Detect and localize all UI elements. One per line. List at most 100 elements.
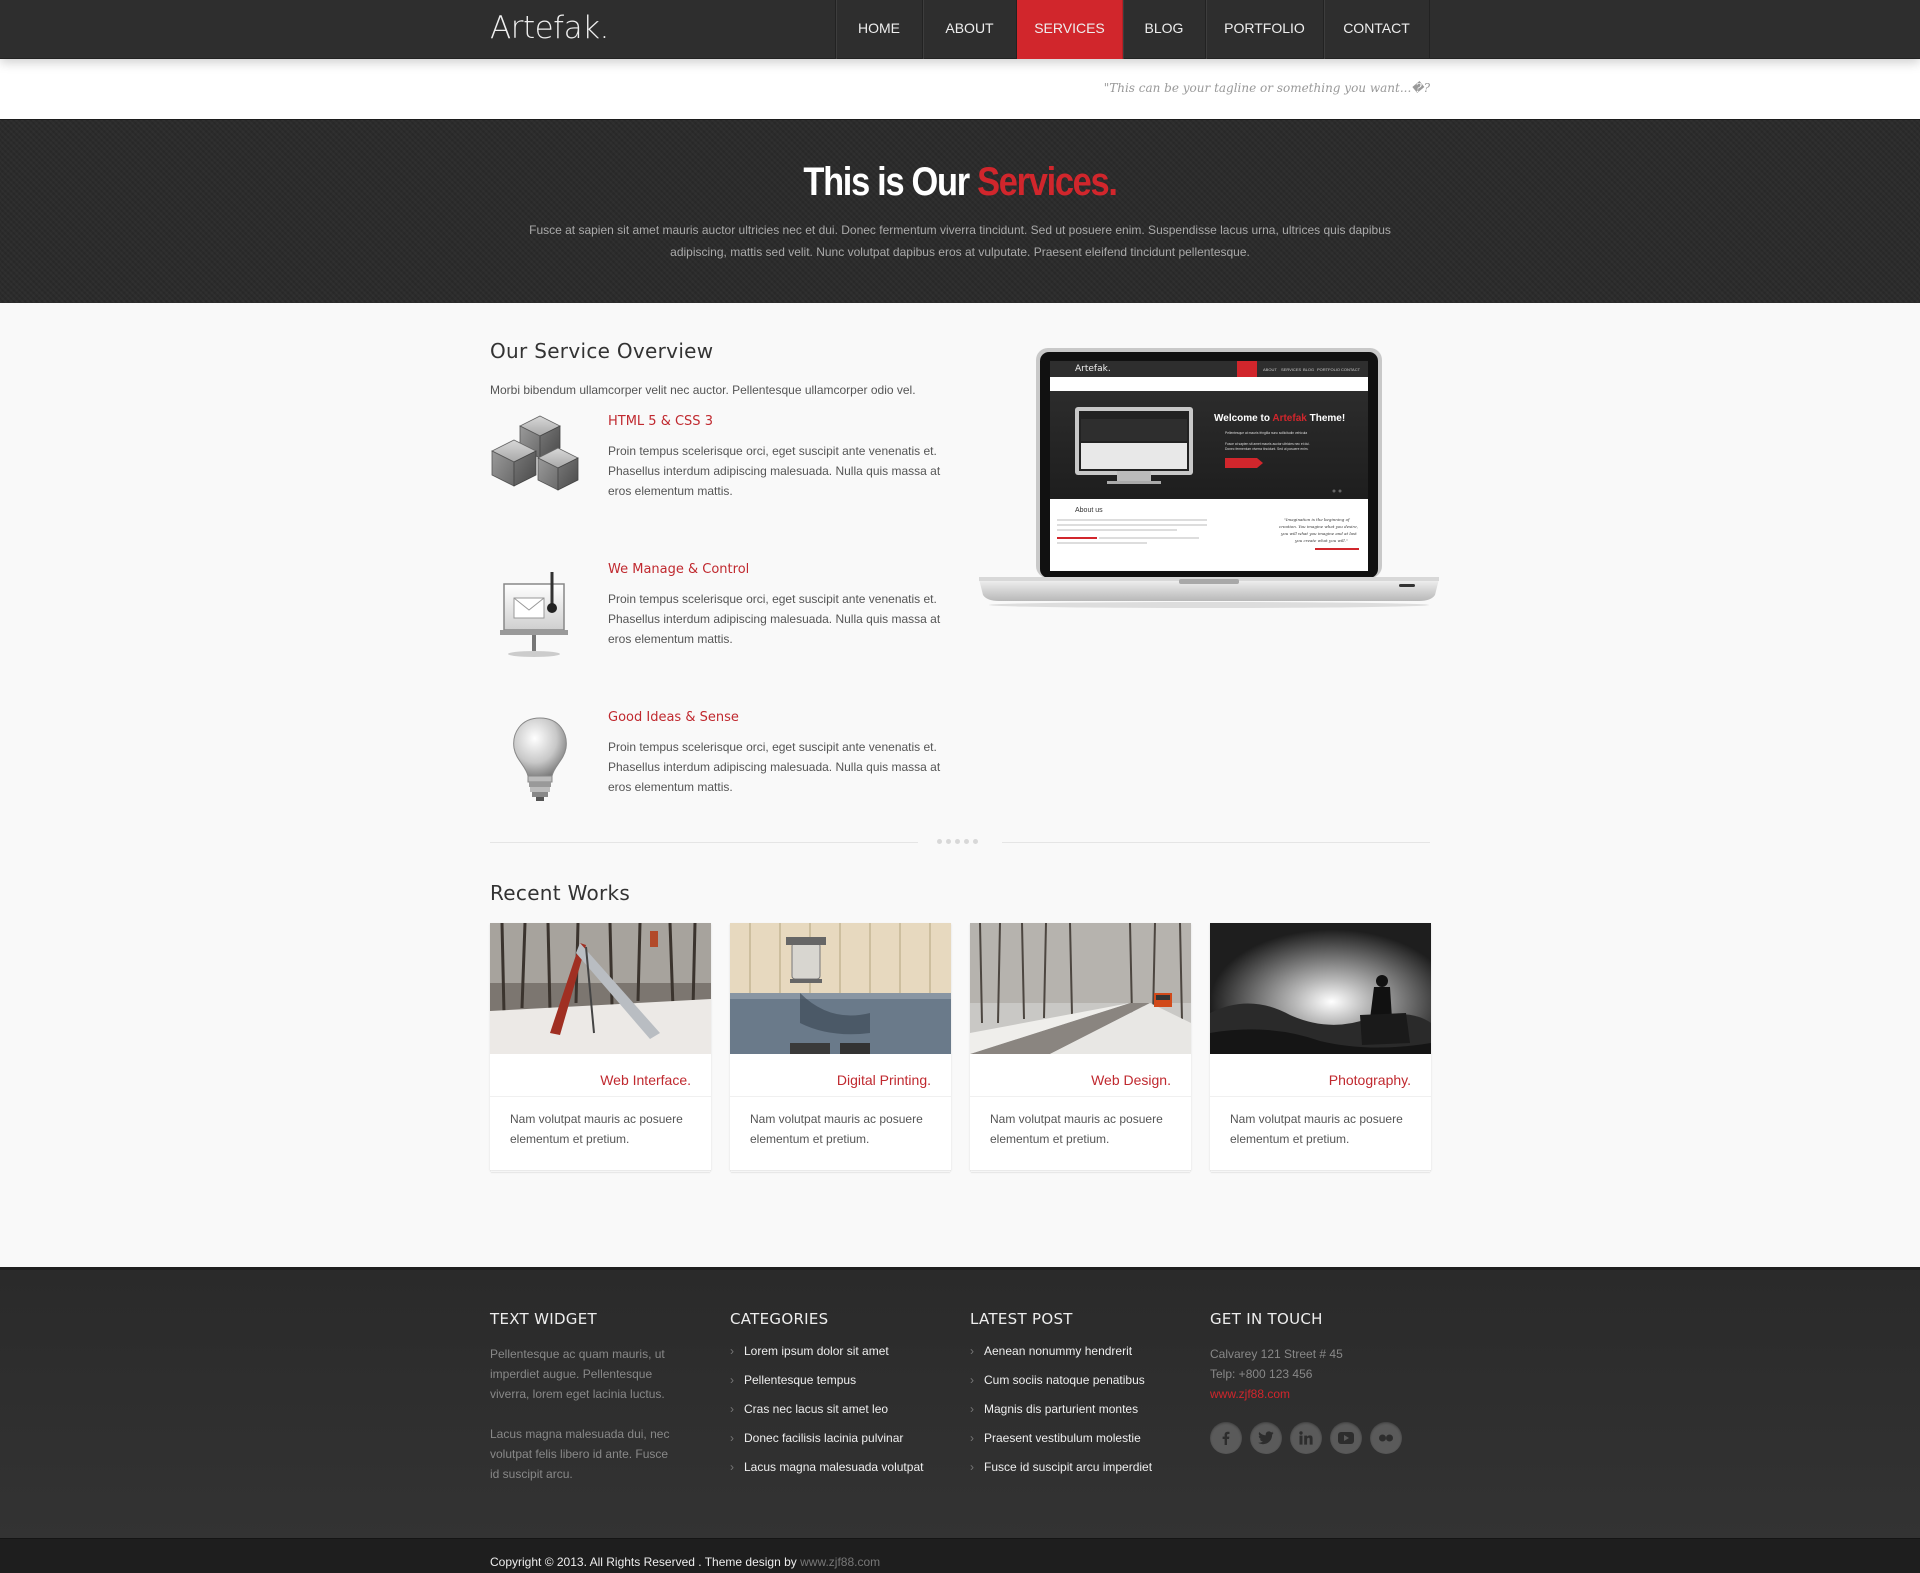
- chevron-right-icon: ›: [730, 1373, 734, 1387]
- work-title[interactable]: Web Interface.: [490, 1054, 711, 1097]
- service-body: HTML 5 & CSS 3 Proin tempus scelerisque …: [608, 414, 948, 501]
- footer-get-in-touch: GET IN TOUCH Calvarey 121 Street # 45 Te…: [1210, 1310, 1410, 1454]
- facebook-icon[interactable]: [1210, 1422, 1242, 1454]
- svg-text:you will what you imagine and: you will what you imagine and at last: [1280, 531, 1357, 536]
- chevron-right-icon: ›: [730, 1402, 734, 1416]
- chevron-right-icon: ›: [730, 1344, 734, 1358]
- chevron-right-icon: ›: [730, 1431, 734, 1445]
- linkedin-icon[interactable]: [1290, 1422, 1322, 1454]
- work-title[interactable]: Web Design.: [970, 1054, 1191, 1097]
- work-card[interactable]: Photography. Nam volutpat mauris ac posu…: [1210, 923, 1431, 1170]
- presentation-board-icon: [490, 562, 590, 662]
- work-card[interactable]: Web Design. Nam volutpat mauris ac posue…: [970, 923, 1191, 1170]
- latest-post-list: › Aenean nonummy hendrerit › Cum sociis na…: [970, 1344, 1170, 1474]
- divider-line-right: [1002, 842, 1430, 843]
- nav-portfolio[interactable]: PORTFOLIO: [1206, 0, 1324, 59]
- service-body: We Manage & Control Proin tempus sceleri…: [608, 562, 948, 649]
- svg-text:Fusce at sapien sit amet mauri: Fusce at sapien sit amet mauris auctor u…: [1225, 442, 1310, 446]
- hero-banner: This is Our Services. Fusce at sapien si…: [0, 119, 1920, 303]
- social-links: [1210, 1422, 1410, 1454]
- divider-dot: [937, 839, 942, 844]
- tagline-bar: "This can be your tagline or something y…: [0, 59, 1920, 119]
- laptop-screen-welcome-text: Welcome to: [1214, 413, 1270, 424]
- lightbulb-icon: [490, 710, 590, 810]
- categories-list: › Lorem ipsum dolor sit amet › Pellentesqu…: [730, 1344, 930, 1474]
- credit-link[interactable]: www.zjf88.com: [800, 1555, 880, 1569]
- work-card[interactable]: Digital Printing. Nam volutpat mauris ac…: [730, 923, 951, 1170]
- service-item: We Manage & Control Proin tempus sceleri…: [490, 562, 960, 693]
- category-link[interactable]: › Lorem ipsum dolor sit amet: [730, 1344, 930, 1358]
- post-link[interactable]: › Fusce id suscipit arcu imperdiet: [970, 1460, 1170, 1474]
- contact-phone: Telp: +800 123 456: [1210, 1367, 1313, 1381]
- post-label[interactable]: Cum sociis natoque penatibus: [984, 1373, 1145, 1387]
- flickr-icon[interactable]: [1370, 1422, 1402, 1454]
- work-text: Nam volutpat mauris ac posuere elementum…: [1230, 1112, 1403, 1146]
- work-thumbnail[interactable]: [490, 923, 711, 1054]
- chevron-right-icon: ›: [730, 1460, 734, 1474]
- category-link[interactable]: › Donec facilisis lacinia pulvinar: [730, 1431, 930, 1445]
- nav-blog[interactable]: BLOG: [1123, 0, 1206, 59]
- footer-heading: CATEGORIES: [730, 1310, 829, 1328]
- divider-dot: [955, 839, 960, 844]
- category-link[interactable]: › Lacus magna malesuada volutpat: [730, 1460, 930, 1474]
- divider-dot: [946, 839, 951, 844]
- work-thumbnail[interactable]: [970, 923, 1191, 1054]
- chevron-right-icon: ›: [970, 1460, 974, 1474]
- service-title[interactable]: HTML 5 & CSS 3: [608, 414, 948, 429]
- svg-text:Pellentesque at mauris fringil: Pellentesque at mauris fringilla nunc so…: [1225, 431, 1307, 435]
- work-title[interactable]: Photography.: [1210, 1054, 1431, 1097]
- service-title[interactable]: Good Ideas & Sense: [608, 710, 948, 725]
- youtube-icon[interactable]: [1330, 1422, 1362, 1454]
- post-link[interactable]: › Magnis dis parturient montes: [970, 1402, 1170, 1416]
- divider-line-left: [490, 842, 918, 843]
- post-label[interactable]: Praesent vestibulum molestie: [984, 1431, 1141, 1445]
- contact-website-link[interactable]: www.zjf88.com: [1210, 1384, 1410, 1404]
- service-title[interactable]: We Manage & Control: [608, 562, 948, 577]
- category-label[interactable]: Lacus magna malesuada volutpat: [744, 1460, 923, 1474]
- footer-text-widget: TEXT WIDGET Pellentesque ac quam mauris,…: [490, 1310, 690, 1484]
- category-label[interactable]: Lorem ipsum dolor sit amet: [744, 1344, 889, 1358]
- nav-home[interactable]: HOME: [836, 0, 923, 59]
- hero-description: Fusce at sapien sit amet mauris auctor u…: [529, 223, 1391, 259]
- service-text: Proin tempus scelerisque orci, eget susc…: [608, 740, 941, 794]
- site-logo[interactable]: Artefak.: [490, 10, 609, 46]
- category-label[interactable]: Pellentesque tempus: [744, 1373, 856, 1387]
- work-text: Nam volutpat mauris ac posuere elementum…: [990, 1112, 1163, 1146]
- nav-services[interactable]: SERVICES: [1017, 0, 1123, 59]
- contact-address: Calvarey 121 Street # 45: [1210, 1347, 1343, 1361]
- post-link[interactable]: › Praesent vestibulum molestie: [970, 1431, 1170, 1445]
- svg-text:SERVICES: SERVICES: [1281, 367, 1301, 372]
- footer-paragraph: Lacus magna malesuada dui, nec volutpat …: [490, 1427, 670, 1481]
- work-title[interactable]: Digital Printing.: [730, 1054, 951, 1097]
- post-link[interactable]: › Cum sociis natoque penatibus: [970, 1373, 1170, 1387]
- works-grid: Web Interface. Nam volutpat mauris ac po…: [490, 923, 1431, 1170]
- post-label[interactable]: Fusce id suscipit arcu imperdiet: [984, 1460, 1152, 1474]
- laptop-screen-logo: Artefak.: [1075, 364, 1111, 374]
- twitter-icon[interactable]: [1250, 1422, 1282, 1454]
- service-overview: Our Service Overview Morbi bibendum ulla…: [490, 339, 960, 841]
- category-label[interactable]: Cras nec lacus sit amet leo: [744, 1402, 888, 1416]
- category-label[interactable]: Donec facilisis lacinia pulvinar: [744, 1431, 903, 1445]
- footer: TEXT WIDGET Pellentesque ac quam mauris,…: [0, 1267, 1920, 1538]
- work-thumbnail[interactable]: [1210, 923, 1431, 1054]
- service-item: HTML 5 & CSS 3 Proin tempus scelerisque …: [490, 414, 960, 545]
- laptop-screen-welcome-tail: Theme!: [1309, 413, 1346, 424]
- footer-heading: GET IN TOUCH: [1210, 1310, 1323, 1328]
- service-text: Proin tempus scelerisque orci, eget susc…: [608, 592, 941, 646]
- nav-about[interactable]: ABOUT: [923, 0, 1017, 59]
- post-label[interactable]: Magnis dis parturient montes: [984, 1402, 1138, 1416]
- category-link[interactable]: › Cras nec lacus sit amet leo: [730, 1402, 930, 1416]
- work-text: Nam volutpat mauris ac posuere elementum…: [750, 1112, 923, 1146]
- nav-contact[interactable]: CONTACT: [1324, 0, 1430, 59]
- svg-text:Donec fermentum viverra tincid: Donec fermentum viverra tincidunt. Sed u…: [1225, 447, 1308, 451]
- post-label[interactable]: Aenean nonummy hendrerit: [984, 1344, 1132, 1358]
- laptop-screen-welcome: Welcome to Artefak Theme!: [1214, 413, 1345, 424]
- svg-text:CONTACT: CONTACT: [1341, 367, 1361, 372]
- footer-paragraph: Pellentesque ac quam mauris, ut imperdie…: [490, 1347, 665, 1401]
- overview-intro: Morbi bibendum ullamcorper velit nec auc…: [490, 383, 916, 397]
- post-link[interactable]: › Aenean nonummy hendrerit: [970, 1344, 1170, 1358]
- work-card[interactable]: Web Interface. Nam volutpat mauris ac po…: [490, 923, 711, 1170]
- main-nav: HOME ABOUT SERVICES BLOG PORTFOLIO CONTA…: [835, 0, 1430, 59]
- category-link[interactable]: › Pellentesque tempus: [730, 1373, 930, 1387]
- work-thumbnail[interactable]: [730, 923, 951, 1054]
